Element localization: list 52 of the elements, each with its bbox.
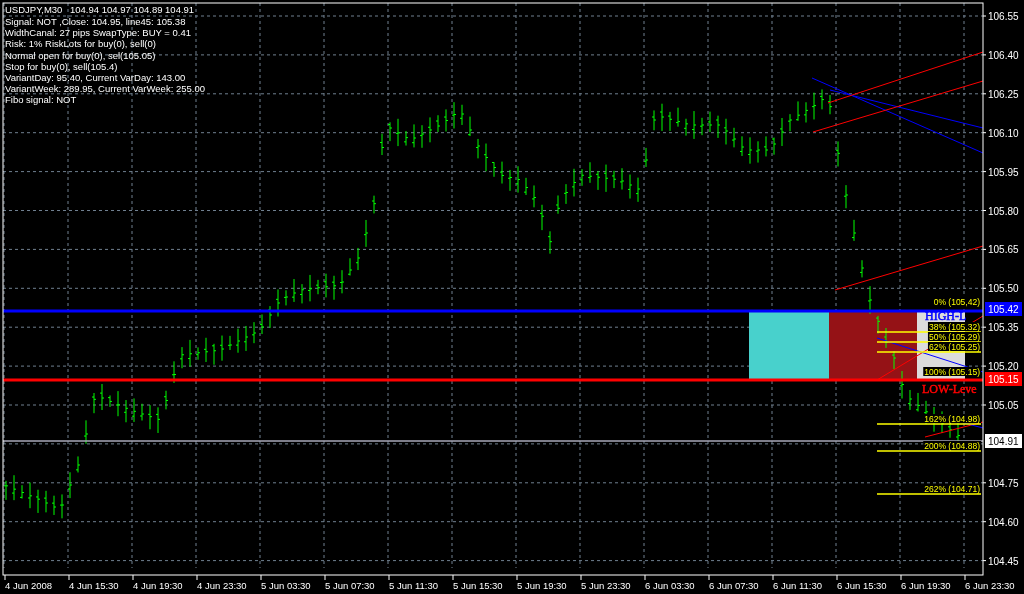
time-label: 5 Jun 19:30 [517,580,567,591]
info-text: Stop for buy(0), sell(105.4) [5,60,118,72]
price-label: 106.25 [988,88,1019,100]
price-label: 104.60 [988,516,1019,528]
time-label: 6 Jun 15:30 [837,580,887,591]
price-label: 106.10 [988,127,1019,139]
time-label: 6 Jun 07:30 [709,580,759,591]
price-tag: 105.42 [985,302,1022,316]
time-label: 5 Jun 07:30 [325,580,375,591]
info-text: Fibo signal: NOT [5,94,77,106]
info-text: Signal: NOT ,Close: 104.95, line45: 105.38 [5,16,186,27]
price-label: 104.45 [988,555,1019,567]
info-text: WidthCanal: 27 pips SwapType: BUY = 0.41 [5,27,191,39]
time-label: 6 Jun 19:30 [901,580,951,591]
time-label: 5 Jun 11:30 [389,580,438,591]
time-label: 5 Jun 03:30 [261,580,311,591]
info-text: Normal open for buy(0), sel(105.05) [5,49,156,61]
info-text: VariantWeek: 289.95, Current VarWeek: 255.00 [5,83,205,95]
time-label: 4 Jun 19:30 [133,580,183,591]
price-tag: 104.91 [985,434,1022,448]
time-label: 6 Jun 23:30 [965,580,1015,591]
price-label: 105.50 [988,283,1019,295]
fibo-label: 62% (105.25) [927,342,981,352]
time-label: 6 Jun 03:30 [645,580,695,591]
info-text: Risk: 1% RiskLots for buy(0), sell(0) [5,38,156,50]
price-tag: 105.15 [985,372,1022,386]
price-label: 105.35 [988,322,1019,334]
price-label: 104.75 [988,477,1019,489]
price-label: 105.95 [988,166,1019,178]
fibo-label: 100% (105.15) [923,367,981,377]
fibo-label: 50% (105.29) [927,332,981,342]
chart-title: USDJPY,M30 [5,4,63,15]
time-label: 4 Jun 15:30 [69,580,119,591]
time-label: 4 Jun 2008 [5,580,52,591]
fibo-label: 200% (104.88) [923,441,981,451]
time-label: 5 Jun 15:30 [453,580,503,591]
price-label: 106.40 [988,49,1019,61]
fibo-label: 0% (105,42) [932,297,981,307]
time-label: 6 Jun 11:30 [773,580,822,591]
ohlc-values: 104.94 104.97 104.89 104.91 [70,4,195,15]
time-label: 4 Jun 23:30 [197,580,247,591]
info-text: VariantDay: 95.40, Current VarDay: 143.00 [5,72,186,83]
price-label: 106.55 [988,11,1019,22]
fibo-label: 162% (104.98) [923,414,981,424]
level-label: LOW-Leve [922,382,977,396]
price-label: 105.05 [988,400,1019,411]
time-label: 5 Jun 23:30 [581,580,631,591]
fibo-label: 262% (104.71) [923,484,981,494]
price-label: 105.20 [988,361,1019,373]
price-label: 105.65 [988,244,1019,256]
price-label: 105.80 [988,205,1019,217]
fibo-label: 38% (105.32) [927,322,981,332]
